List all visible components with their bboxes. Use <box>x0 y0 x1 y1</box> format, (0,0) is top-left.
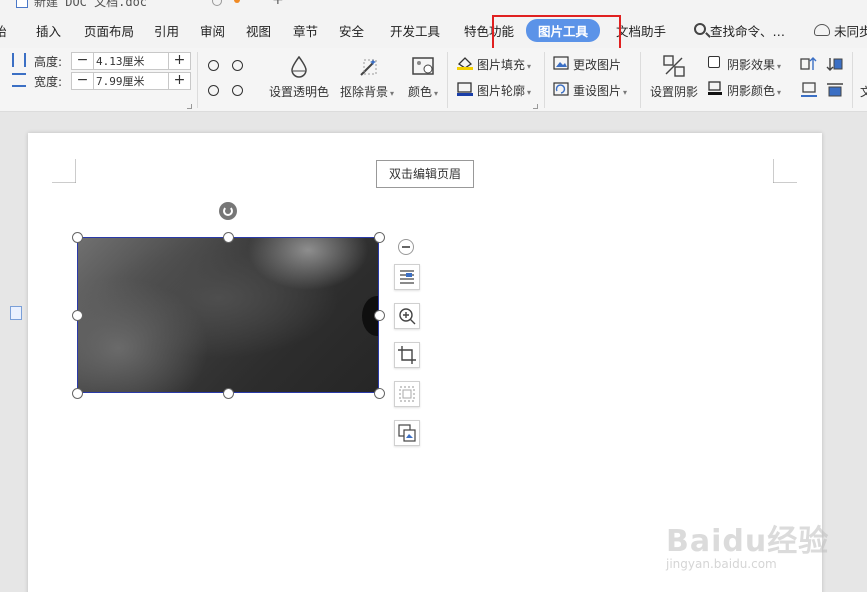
swap-image-icon <box>398 424 416 442</box>
shadow-nudge-right-icon[interactable] <box>826 82 844 98</box>
height-icon <box>12 53 26 67</box>
tab-doc-helper[interactable]: 文档助手 <box>616 21 666 40</box>
increase-brightness-icon[interactable] <box>208 85 219 96</box>
shadow-nudge-down-icon[interactable] <box>800 82 818 98</box>
width-decrease-button[interactable]: − <box>72 73 94 89</box>
shadow-effect-icon[interactable] <box>708 56 720 68</box>
decrease-brightness-icon[interactable] <box>232 85 243 96</box>
increase-contrast-icon[interactable] <box>208 60 219 71</box>
resize-handle-right[interactable] <box>374 310 385 321</box>
cloud-icon[interactable] <box>814 24 830 36</box>
tab-developer[interactable]: 开发工具 <box>390 21 440 40</box>
shadow-nudge-left-icon[interactable] <box>800 56 818 72</box>
tab-page-layout[interactable]: 页面布局 <box>84 21 134 40</box>
separator <box>447 52 448 108</box>
transparent-color-icon[interactable] <box>289 55 309 78</box>
shadow-color-button[interactable]: 阴影颜色 ▾ <box>727 82 781 99</box>
zoom-image-button[interactable] <box>394 303 420 329</box>
text-wrap-button-partial[interactable]: 文 <box>860 83 867 100</box>
resize-handle-bottom-right[interactable] <box>374 388 385 399</box>
change-image-quick-button[interactable] <box>394 420 420 446</box>
new-tab-icon[interactable]: + <box>272 0 284 8</box>
tab-start[interactable]: 始 <box>0 21 7 40</box>
separator <box>852 52 853 108</box>
crop-mark-top-left <box>52 159 76 183</box>
picture-outline-button[interactable]: 图片轮廓 ▾ <box>477 82 531 99</box>
tab-view[interactable]: 视图 <box>246 21 271 40</box>
unsaved-dot-icon <box>234 0 240 3</box>
width-increase-button[interactable]: + <box>168 73 190 89</box>
resize-handle-left[interactable] <box>72 310 83 321</box>
collapse-toolbar-icon[interactable] <box>398 239 414 255</box>
pin-icon[interactable] <box>212 0 222 6</box>
resize-handle-bottom-left[interactable] <box>72 388 83 399</box>
remove-background-button[interactable]: 抠除背景 ▾ <box>340 83 394 100</box>
height-decrease-button[interactable]: − <box>72 53 94 69</box>
frame-icon <box>399 386 415 402</box>
picture-frame-button[interactable] <box>394 381 420 407</box>
tab-references[interactable]: 引用 <box>154 21 179 40</box>
search-icon[interactable] <box>694 23 706 35</box>
menu-tabs: 始 插入 页面布局 引用 审阅 视图 章节 安全 开发工具 特色功能 图片工具 … <box>0 10 867 48</box>
tab-picture-tools[interactable]: 图片工具 <box>526 19 601 42</box>
text-wrap-icon <box>400 270 414 284</box>
sync-status[interactable]: 未同步 <box>834 21 867 40</box>
width-label: 宽度: <box>34 75 63 89</box>
picture-tools-ribbon: 高度: − + 宽度: − + 设置透明色 抠除背景▾ 颜色▾ 图片填充▾ 图片… <box>0 48 867 112</box>
paragraph-marker-icon[interactable] <box>10 306 22 320</box>
shadow-effect-button[interactable]: 阴影效果 ▾ <box>727 56 781 73</box>
tab-chapter[interactable]: 章节 <box>293 21 318 40</box>
document-icon <box>16 0 28 8</box>
resize-handle-top-right[interactable] <box>374 232 385 243</box>
reset-picture-button[interactable]: 重设图片 ▾ <box>573 82 627 99</box>
separator <box>544 52 545 108</box>
width-icon <box>12 73 26 87</box>
zoom-in-icon <box>399 308 416 325</box>
height-field[interactable] <box>96 53 168 69</box>
tab-review[interactable]: 审阅 <box>200 21 225 40</box>
width-input: − + <box>71 72 191 90</box>
reset-picture-icon[interactable] <box>553 82 569 96</box>
separator <box>640 52 641 108</box>
separator <box>197 52 198 108</box>
baidu-watermark-url: jingyan.baidu.com <box>666 557 777 571</box>
edit-header-button[interactable]: 双击编辑页眉 <box>376 160 474 188</box>
tab-insert[interactable]: 插入 <box>36 21 61 40</box>
height-increase-button[interactable]: + <box>168 53 190 69</box>
title-bar: 新建 DOC 文档.doc + <box>0 0 867 10</box>
shadow-icon[interactable] <box>662 54 686 78</box>
crop-image-button[interactable] <box>394 342 420 368</box>
document-title[interactable]: 新建 DOC 文档.doc <box>34 0 147 10</box>
fill-bucket-icon[interactable] <box>457 56 473 70</box>
change-picture-icon[interactable] <box>553 56 569 70</box>
crop-icon <box>398 346 416 364</box>
resize-handle-top[interactable] <box>223 232 234 243</box>
selected-image[interactable] <box>77 237 379 393</box>
outline-pen-icon[interactable] <box>457 82 473 96</box>
magic-wand-icon[interactable] <box>358 56 380 78</box>
crop-mark-top-right <box>773 159 797 183</box>
size-dialog-launcher-icon[interactable] <box>187 104 192 109</box>
layout-options-button[interactable] <box>394 264 420 290</box>
baidu-watermark-logo: Baidu经验 <box>666 524 830 559</box>
rotate-handle-icon[interactable] <box>219 202 237 220</box>
style-dialog-launcher-icon[interactable] <box>533 104 538 109</box>
change-picture-button[interactable]: 更改图片 <box>573 56 621 73</box>
shadow-color-icon[interactable] <box>708 81 722 95</box>
shadow-nudge-up-icon[interactable] <box>826 56 844 72</box>
height-label: 高度: <box>34 55 63 69</box>
height-input: − + <box>71 52 191 70</box>
tab-features[interactable]: 特色功能 <box>464 21 514 40</box>
set-transparent-button[interactable]: 设置透明色 <box>269 83 329 100</box>
decrease-contrast-icon[interactable] <box>232 60 243 71</box>
resize-handle-bottom[interactable] <box>223 388 234 399</box>
set-shadow-button[interactable]: 设置阴影 <box>650 83 698 100</box>
resize-handle-top-left[interactable] <box>72 232 83 243</box>
picture-color-icon[interactable] <box>412 56 436 78</box>
picture-fill-button[interactable]: 图片填充 ▾ <box>477 56 531 73</box>
search-commands[interactable]: 查找命令、… <box>710 21 785 40</box>
tab-security[interactable]: 安全 <box>339 21 364 40</box>
width-field[interactable] <box>96 73 168 89</box>
color-button[interactable]: 颜色 ▾ <box>408 83 438 100</box>
